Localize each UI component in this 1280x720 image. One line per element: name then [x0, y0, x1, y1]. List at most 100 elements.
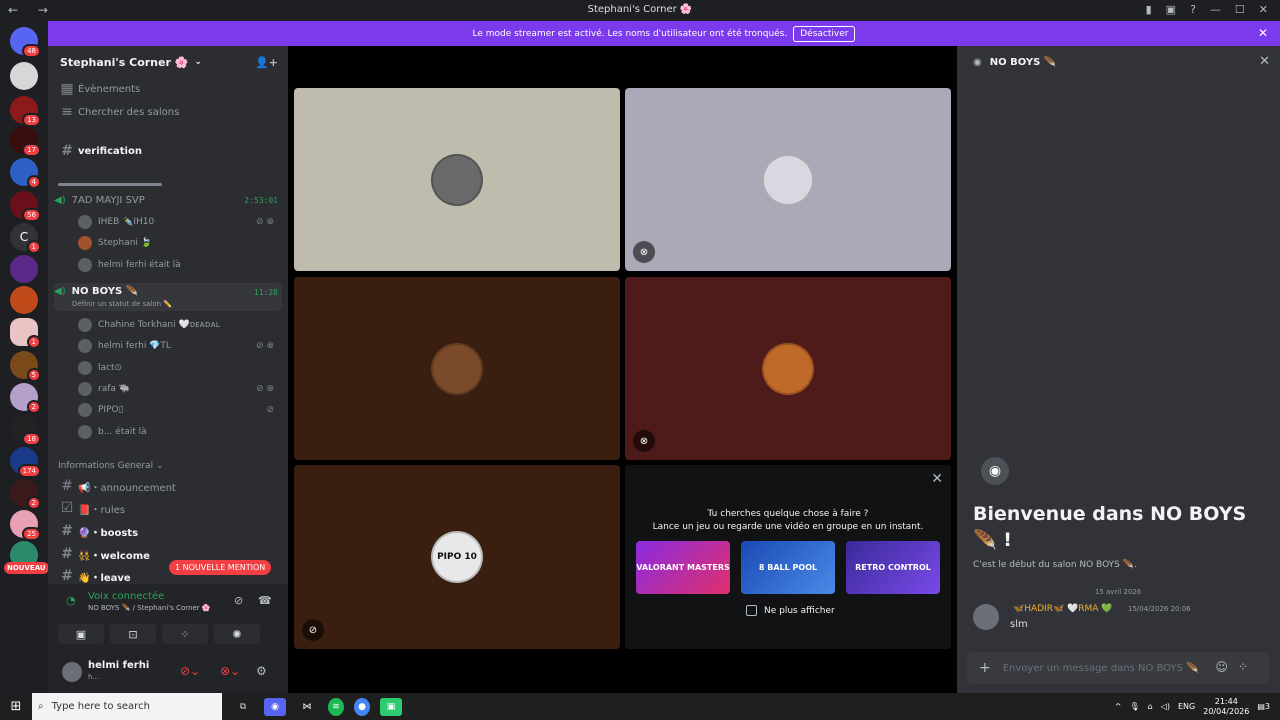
checkbox[interactable] — [746, 605, 757, 616]
voice-member[interactable]: b... était là — [78, 423, 278, 441]
chrome-icon[interactable]: ● — [354, 697, 370, 716]
channel-verification[interactable]: # verification — [56, 141, 282, 161]
voice-channel-label: 7AD MAYJI SVP — [71, 194, 145, 206]
voice-channel-noboys[interactable]: ◀) NO BOYS 🪶 11:28 Définir un statut de … — [54, 283, 282, 311]
settings-gear-icon[interactable]: ⚙ — [256, 664, 267, 678]
events-item[interactable]: ▦ Évènements — [56, 79, 282, 99]
server-icon[interactable] — [10, 62, 38, 90]
voice-member[interactable]: Stephani 🍃 — [78, 234, 278, 252]
close-icon[interactable]: ✕ — [931, 471, 943, 487]
mic-icon[interactable]: 🎙 — [1129, 702, 1139, 711]
app-icon[interactable]: ▣ — [380, 697, 402, 716]
category-header[interactable]: Informations General ⌄ — [58, 461, 164, 471]
guild-header[interactable]: Stephani's Corner 🌸 ⌄ 👤+ — [48, 46, 288, 78]
muted-icons: ⊘ ⊗ — [256, 384, 274, 394]
new-mention-badge[interactable]: 1 NOUVELLE MENTION — [169, 560, 272, 575]
video-tile[interactable]: PIPO 10 ⊘ — [294, 465, 620, 649]
server-icon[interactable]: 2 — [10, 383, 41, 414]
server-icon[interactable]: 17 — [10, 126, 41, 157]
channel-item[interactable]: ☑ 📕・rules — [56, 498, 282, 518]
server-icon[interactable]: C1 — [10, 223, 41, 254]
minimize-icon[interactable]: — — [1210, 3, 1221, 16]
invite-icon[interactable]: 👤+ — [255, 56, 278, 69]
tray-chevron-icon[interactable]: ^ — [1115, 702, 1122, 711]
deafen-icon[interactable]: ⊗⌄ — [220, 664, 240, 678]
voice-timer: 2:53:01 — [244, 195, 278, 205]
video-tile[interactable] — [294, 277, 620, 460]
server-icon[interactable]: 1 — [10, 318, 41, 349]
voice-member[interactable]: PIPO▯ ⊘ — [78, 401, 278, 419]
game-card-8ball[interactable]: 8 BALL POOL — [741, 541, 835, 594]
close-icon[interactable]: ✕ — [1259, 54, 1270, 69]
bookmark-icon[interactable]: ▮ — [1146, 3, 1152, 16]
emoji-icon[interactable]: ☺⁘ — [1215, 660, 1258, 674]
screen-share-button[interactable]: ⊡ — [110, 624, 156, 644]
network-icon[interactable]: ⌂ — [1148, 702, 1153, 711]
maximize-icon[interactable]: ☐ — [1235, 3, 1245, 16]
camera-button[interactable]: ▣ — [58, 624, 104, 644]
server-icon[interactable]: 18 — [10, 415, 41, 446]
avatar — [431, 342, 483, 395]
voice-member[interactable]: IHEB ✒️IH10 ⊘ ⊗ — [78, 213, 278, 231]
voice-member[interactable]: lact⊙ — [78, 359, 278, 377]
server-icon[interactable]: 4 — [10, 158, 41, 189]
windows-start-icon[interactable]: ⊞ — [0, 699, 32, 714]
checkbox-label: Ne plus afficher — [764, 605, 835, 616]
voice-member[interactable]: Chahine Torkhani 🤍ᴅᴇᴀᴅᴀʟ — [78, 316, 278, 334]
message-input[interactable]: + Envoyer un message dans NO BOYS 🪶 ☺⁘ — [967, 652, 1270, 684]
disconnect-icon[interactable]: ☎ — [258, 594, 272, 607]
channel-item[interactable]: # 🔮・boosts — [56, 521, 282, 541]
soundboard-button[interactable]: ✺ — [214, 624, 260, 644]
video-tile[interactable]: ⊗ — [625, 88, 951, 271]
language-indicator[interactable]: ENG — [1178, 702, 1195, 711]
voice-channel-7ad[interactable]: ◀) 7AD MAYJI SVP 2:53:01 — [54, 190, 282, 210]
home-icon[interactable]: 48 — [10, 27, 41, 58]
muted-icons: ⊘ ⊗ — [256, 341, 274, 351]
set-status-link[interactable]: Définir un statut de salon ✏️ — [72, 300, 172, 308]
spotify-icon[interactable]: ≋ — [328, 697, 344, 716]
avatar[interactable] — [973, 604, 999, 630]
server-icon[interactable]: 5 — [10, 351, 41, 382]
noise-suppression-icon[interactable]: ⊘ — [234, 594, 243, 607]
member-name: PIPO▯ — [98, 405, 124, 415]
task-view-icon[interactable]: ⧉ — [232, 698, 254, 716]
voice-member[interactable]: helmi ferhi 💎TL ⊘ ⊗ — [78, 337, 278, 355]
taskbar-search[interactable]: ⌕ Type here to search — [32, 693, 222, 720]
server-icon[interactable]: 174 — [10, 447, 41, 478]
clock[interactable]: 21:44 20/04/2026 — [1203, 697, 1249, 717]
mic-muted-icon[interactable]: ⊘⌄ — [180, 664, 200, 678]
video-tile[interactable] — [294, 88, 620, 271]
volume-icon[interactable]: ◁) — [1161, 702, 1170, 711]
voice-member[interactable]: helmi ferhi était là — [78, 256, 278, 274]
notification-icon[interactable]: ▤3 — [1257, 702, 1270, 711]
notification-count: 3 — [1264, 702, 1270, 711]
activities-button[interactable]: ⁘ — [162, 624, 208, 644]
window-controls[interactable]: ▮ ▣ ? — ☐ ✕ — [1146, 3, 1268, 16]
game-card-valorant[interactable]: VALORANT MASTERS — [636, 541, 730, 594]
server-icon[interactable] — [10, 255, 38, 283]
server-icon[interactable] — [10, 286, 38, 314]
voice-member[interactable]: rafa 🐃 ⊘ ⊗ — [78, 380, 278, 398]
message-author[interactable]: 🦋HADIR🦋 🤍RMA 💚 — [1013, 604, 1112, 614]
avatar[interactable] — [62, 662, 82, 682]
plus-icon[interactable]: + — [979, 660, 991, 676]
discord-icon[interactable]: ◉ — [264, 697, 286, 716]
browse-channels-item[interactable]: ≡ Chercher des salons — [56, 102, 282, 122]
server-icon[interactable]: 56 — [10, 191, 41, 222]
close-icon[interactable]: ✕ — [1258, 26, 1268, 40]
badge: 174 — [17, 464, 41, 478]
badge: 1 — [26, 335, 41, 349]
signal-icon[interactable]: ◔ — [66, 594, 76, 607]
server-icon[interactable]: 2 — [10, 479, 41, 510]
channel-item[interactable]: # 📢・announcement — [56, 476, 282, 496]
dont-show-checkbox[interactable]: Ne plus afficher — [746, 605, 835, 616]
disable-streamer-button[interactable]: Désactiver — [793, 25, 856, 42]
screen-share-icon[interactable]: ▣ — [1166, 3, 1176, 16]
help-icon[interactable]: ? — [1190, 3, 1196, 16]
close-icon[interactable]: ✕ — [1259, 3, 1268, 16]
game-card-retro[interactable]: RETRO CONTROL — [846, 541, 940, 594]
capcut-icon[interactable]: ⋈ — [296, 698, 318, 716]
server-icon[interactable]: 25 — [10, 510, 41, 541]
video-tile[interactable]: ⊗ — [625, 277, 951, 460]
server-icon[interactable]: 13 — [10, 96, 41, 127]
